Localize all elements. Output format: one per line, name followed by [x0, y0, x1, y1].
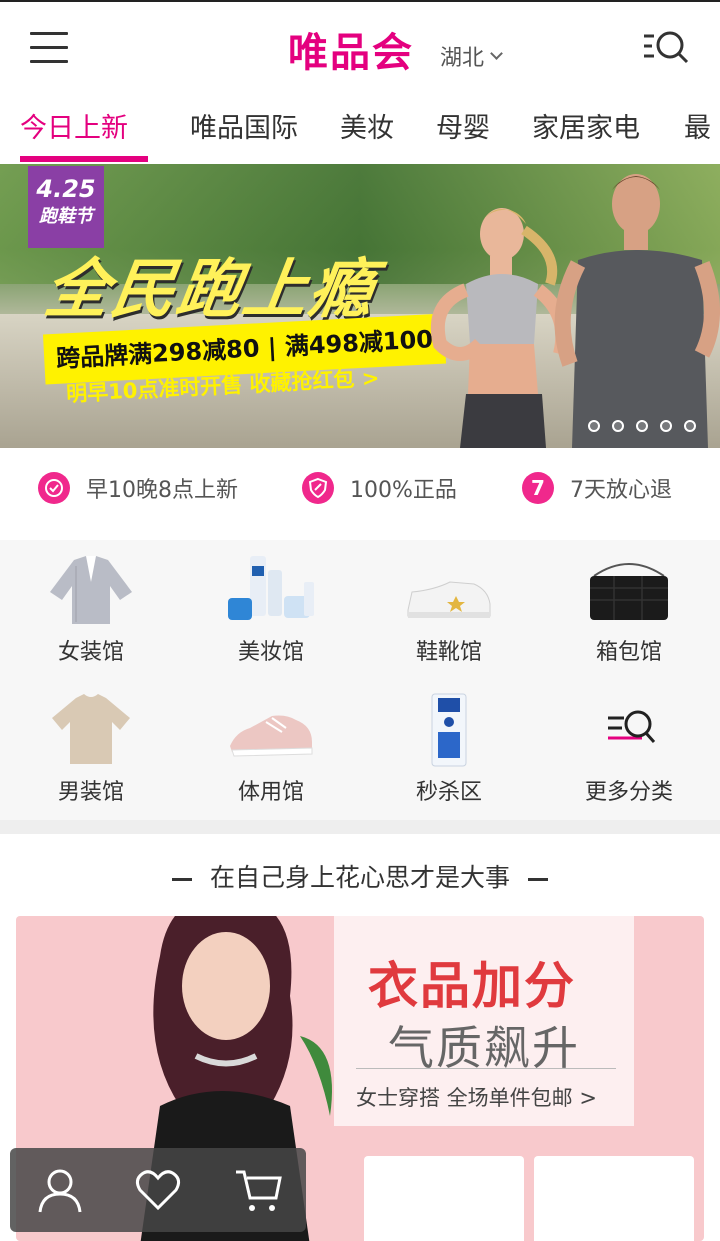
pagination-dot[interactable] [612, 420, 624, 432]
tab-beauty[interactable]: 美妆 [340, 106, 394, 145]
category-shoes[interactable]: 鞋靴馆 [360, 540, 538, 678]
category-bags[interactable]: 箱包馆 [540, 540, 718, 678]
active-tab-indicator [20, 156, 148, 162]
product-card[interactable] [534, 1156, 694, 1241]
product-card[interactable] [364, 1156, 524, 1241]
face-mask-icon [431, 693, 467, 767]
promo-headline: 衣品加分 [368, 957, 576, 1015]
handbag-icon [590, 563, 668, 620]
feature-authentic: 100%正品 [302, 472, 457, 504]
section-title-text: 在自己身上花心思才是大事 [209, 863, 510, 892]
sneaker-icon [407, 581, 491, 618]
pagination-dot[interactable] [684, 420, 696, 432]
banner-headline: 全民跑上瘾 [39, 253, 381, 327]
mens-tshirt-icon [52, 694, 130, 764]
service-features: 早10晚8点上新 100%正品 7 7天放心退 [0, 448, 720, 536]
top-header: 唯品会 湖北 [0, 0, 720, 92]
tab-more-cut[interactable]: 最 [684, 106, 711, 145]
category-womens[interactable]: 女装馆 [2, 540, 180, 678]
feature-label: 7天放心退 [570, 478, 672, 503]
search-icon[interactable] [640, 28, 692, 68]
clock-icon [38, 472, 70, 504]
feature-label: 100%正品 [350, 478, 457, 503]
category-grid: 女装馆 美妆馆 鞋靴馆 箱包馆 男装馆 体用馆 秒杀区 更多分类 [0, 540, 720, 820]
cosmetics-icon [228, 556, 314, 620]
category-flash-sale[interactable]: 秒杀区 [360, 680, 538, 818]
category-label: 箱包馆 [595, 640, 662, 665]
category-label: 男装馆 [57, 780, 124, 805]
section-title: 在自己身上花心思才是大事 [0, 858, 720, 894]
tab-home-appliances[interactable]: 家居家电 [532, 106, 640, 145]
tab-today-new[interactable]: 今日上新 [20, 106, 128, 145]
promo-divider [356, 1068, 616, 1069]
region-label: 湖北 [440, 46, 485, 71]
heart-icon[interactable] [132, 1164, 184, 1216]
category-label: 美妆馆 [237, 640, 304, 665]
pagination-dot[interactable] [588, 420, 600, 432]
title-dash [528, 877, 548, 881]
hero-banner[interactable]: 4.25 跑鞋节 全民跑上瘾 跨品牌满298减80 | 满498减100 明早1… [0, 164, 720, 448]
badge-title: 跑鞋节 [39, 206, 93, 227]
menu-icon[interactable] [28, 28, 72, 68]
womens-shirt-icon [50, 556, 132, 624]
banner-pagination [588, 420, 696, 432]
category-label: 更多分类 [584, 780, 673, 805]
category-label: 秒杀区 [415, 780, 482, 805]
user-icon[interactable] [34, 1164, 86, 1216]
category-label: 女装馆 [57, 640, 124, 665]
male-runner-image [554, 174, 720, 448]
cart-icon[interactable] [232, 1164, 284, 1216]
category-tabs: 今日上新 唯品国际 美妆 母婴 家居家电 最 [0, 92, 720, 164]
category-label: 体用馆 [237, 780, 304, 805]
tab-baby[interactable]: 母婴 [436, 106, 490, 145]
feature-label: 早10晚8点上新 [86, 478, 238, 503]
floating-toolbar [10, 1148, 306, 1232]
chevron-down-icon [490, 46, 503, 60]
category-mens[interactable]: 男装馆 [2, 680, 180, 818]
sports-shoe-icon [230, 715, 313, 757]
tab-international[interactable]: 唯品国际 [190, 106, 298, 145]
category-more[interactable]: 更多分类 [540, 680, 718, 818]
app-logo[interactable]: 唯品会 [288, 20, 414, 78]
region-selector[interactable]: 湖北 [440, 40, 503, 72]
section-divider [0, 820, 720, 834]
more-search-icon [608, 710, 656, 743]
pagination-dot[interactable] [660, 420, 672, 432]
feature-new-arrivals: 早10晚8点上新 [38, 472, 238, 504]
shield-icon [302, 472, 334, 504]
seven-day-icon: 7 [522, 472, 554, 504]
feature-return-policy: 7 7天放心退 [522, 472, 672, 504]
category-label: 鞋靴馆 [415, 640, 482, 665]
category-beauty[interactable]: 美妆馆 [182, 540, 360, 678]
promo-caption[interactable]: 女士穿搭 全场单件包邮 > [356, 1082, 597, 1112]
category-sports[interactable]: 体用馆 [182, 680, 360, 818]
badge-date: 4.25 [36, 175, 96, 203]
event-badge: 4.25 跑鞋节 [28, 166, 104, 248]
title-dash [171, 877, 192, 881]
pagination-dot[interactable] [636, 420, 648, 432]
